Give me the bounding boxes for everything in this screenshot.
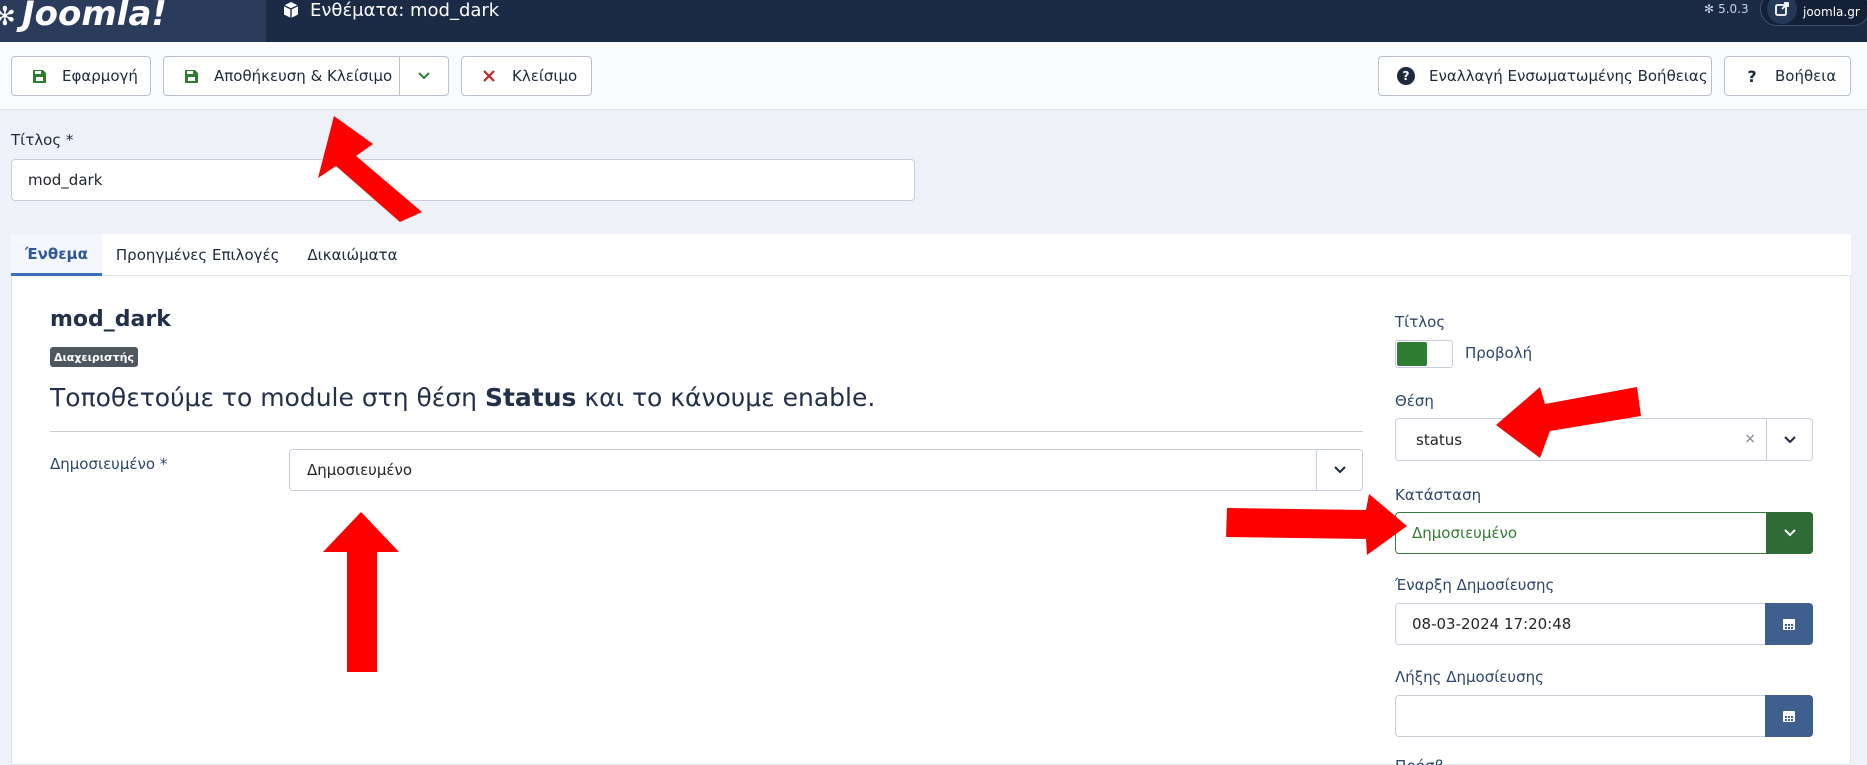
state-select[interactable]: Δημοσιευμένο xyxy=(1395,512,1813,554)
calendar-icon[interactable] xyxy=(1765,695,1813,737)
tab-module[interactable]: Ένθεμα xyxy=(11,234,102,276)
inline-help-label: Εναλλαγή Ενσωματωμένης Βοήθειας xyxy=(1429,67,1708,85)
site-link-label: joomla.gr xyxy=(1803,5,1860,19)
annotation-text: Τοποθετούμε το module στη θέση Status κα… xyxy=(50,383,875,412)
state-select-value: Δημοσιευμένο xyxy=(1412,524,1518,542)
help-button[interactable]: ? Βοήθεια xyxy=(1724,56,1851,96)
title-field-label: Τίτλος * xyxy=(11,131,74,149)
joomla-small-icon: ✻ xyxy=(1704,1,1715,16)
publish-up-input[interactable]: 08-03-2024 17:20:48 xyxy=(1395,603,1813,645)
annotation-part-2: και το κάνουμε enable. xyxy=(576,383,876,412)
toolbar: Εφαρμογή Αποθήκευση & Κλείσιμο Κλείσιμο … xyxy=(0,42,1867,110)
apply-label: Εφαρμογή xyxy=(62,67,138,85)
save-close-button[interactable]: Αποθήκευση & Κλείσιμο xyxy=(163,56,400,96)
tab-permissions[interactable]: Δικαιώματα xyxy=(293,234,411,276)
site-link-button[interactable]: joomla.gr xyxy=(1760,0,1867,26)
top-header: ✻ Joomla! Ενθέματα: mod_dark ✻ 5.0.3 joo… xyxy=(0,0,1867,42)
close-button[interactable]: Κλείσιμο xyxy=(461,56,592,96)
tab-bar: Ένθεμα Προηγμένες Επιλογές Δικαιώματα xyxy=(11,234,1851,276)
title-input[interactable]: mod_dark xyxy=(11,159,915,201)
toggle-on-indicator xyxy=(1397,342,1427,366)
page-title-text: Ενθέματα: mod_dark xyxy=(310,0,500,21)
chevron-down-icon xyxy=(417,67,431,85)
module-name-heading: mod_dark xyxy=(50,307,171,332)
show-title-toggle[interactable] xyxy=(1395,340,1453,368)
question-circle-icon: ? xyxy=(1397,67,1415,85)
partial-field-label: Πρόσβ xyxy=(1395,757,1444,765)
client-badge: Διαχειριστής xyxy=(50,347,138,367)
help-label: Βοήθεια xyxy=(1775,67,1837,85)
save-dropdown-toggle[interactable] xyxy=(399,56,449,96)
clear-icon[interactable]: × xyxy=(1744,431,1756,447)
save-icon xyxy=(30,67,48,85)
published-select-value: Δημοσιευμένο xyxy=(307,461,413,479)
version-text: 5.0.3 xyxy=(1718,1,1749,16)
question-icon: ? xyxy=(1747,66,1757,86)
divider xyxy=(50,431,1363,432)
version-info: ✻ 5.0.3 xyxy=(1704,0,1749,17)
position-label: Θέση xyxy=(1395,392,1434,410)
chevron-down-icon xyxy=(1316,450,1362,490)
close-label: Κλείσιμο xyxy=(512,67,578,85)
publish-down-input[interactable] xyxy=(1395,695,1813,737)
publish-up-value: 08-03-2024 17:20:48 xyxy=(1412,615,1572,633)
cube-icon xyxy=(282,1,300,19)
annotation-bold: Status xyxy=(484,383,577,412)
save-close-label: Αποθήκευση & Κλείσιμο xyxy=(214,67,393,85)
position-select[interactable]: status × xyxy=(1395,418,1813,461)
logo-text: Joomla! xyxy=(22,0,167,34)
page-title: Ενθέματα: mod_dark xyxy=(282,0,500,21)
tab-advanced-options[interactable]: Προηγμένες Επιλογές xyxy=(102,234,294,276)
publish-down-label: Λήξης Δημοσίευσης xyxy=(1395,668,1544,686)
save-icon xyxy=(182,67,200,85)
state-label: Κατάσταση xyxy=(1395,486,1482,504)
chevron-down-icon xyxy=(1766,512,1813,554)
joomla-logo[interactable]: ✻ Joomla! xyxy=(0,0,266,42)
inline-help-toggle-button[interactable]: ? Εναλλαγή Ενσωματωμένης Βοήθειας xyxy=(1378,56,1712,96)
published-field-label: Δημοσιευμένο * xyxy=(50,455,168,473)
annotation-part-1: Τοποθετούμε το module στη θέση xyxy=(50,383,485,412)
show-title-label: Τίτλος xyxy=(1395,313,1446,331)
publish-up-label: Έναρξη Δημοσίευσης xyxy=(1395,576,1555,594)
show-title-toggle-text: Προβολή xyxy=(1465,344,1533,362)
apply-button[interactable]: Εφαρμογή xyxy=(11,56,151,96)
position-select-value: status xyxy=(1416,430,1463,449)
published-select[interactable]: Δημοσιευμένο xyxy=(289,449,1363,491)
module-edit-card xyxy=(11,234,1851,765)
chevron-down-icon xyxy=(1766,419,1812,460)
calendar-icon[interactable] xyxy=(1765,603,1813,645)
close-icon xyxy=(480,67,498,85)
joomla-mark-icon: ✻ xyxy=(0,2,16,32)
external-link-icon xyxy=(1767,0,1797,24)
